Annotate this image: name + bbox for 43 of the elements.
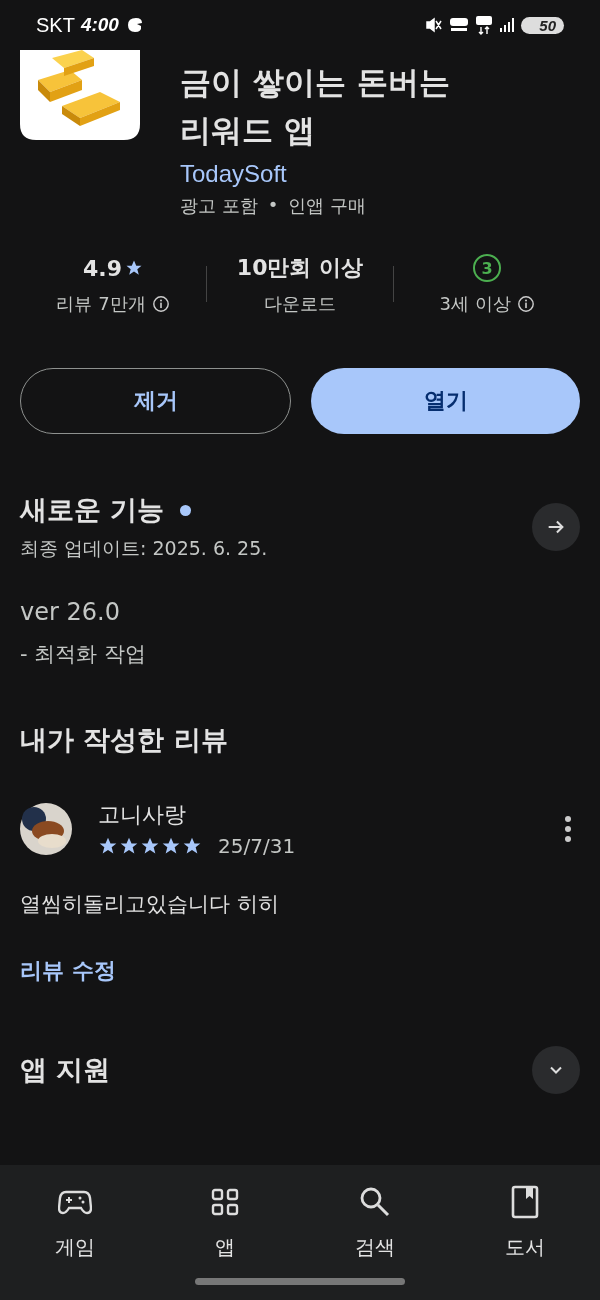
more-options-icon[interactable] <box>564 815 572 843</box>
stat-label: 다운로드 <box>264 292 336 316</box>
app-title: 금이 쌓이는 돈버는 리워드 앱 <box>180 63 450 150</box>
network-icon <box>475 15 494 35</box>
nav-tab[interactable]: 도서 <box>450 1183 600 1262</box>
review-text: 열씸히돌리고있습니다 히히 <box>20 891 280 918</box>
stat-label: 3세 이상 <box>439 292 511 316</box>
app-tag: 인앱 구매 <box>288 194 367 218</box>
nav-tab[interactable]: 게임 <box>0 1183 150 1262</box>
download-count: 10만회 이상 <box>236 254 364 282</box>
battery-indicator: 50 <box>521 16 564 34</box>
nav-tab[interactable]: 검색 <box>300 1183 450 1262</box>
developer-link[interactable]: TodaySoft <box>180 160 450 188</box>
update-date: 최종 업데이트: 2025. 6. 25. <box>20 536 268 561</box>
gamepad-icon <box>58 1189 92 1215</box>
signal-icon <box>499 17 516 33</box>
star-icon <box>125 259 143 277</box>
info-icon[interactable] <box>151 295 170 313</box>
stat-label: 리뷰 7만개 <box>56 292 146 316</box>
release-notes: - 최적화 작업 <box>20 641 147 668</box>
nav-tab[interactable]: 앱 <box>150 1183 300 1262</box>
book-icon <box>511 1185 539 1219</box>
version-text: ver 26.0 <box>20 598 121 626</box>
section-title: 새로운 기능 <box>20 493 165 527</box>
app-tag: 광고 포함 <box>180 194 258 218</box>
section-title: 내가 작성한 리뷰 <box>20 723 229 757</box>
info-icon[interactable] <box>516 295 535 313</box>
reviewer-name: 고니사랑 <box>98 801 187 829</box>
open-button[interactable]: 열기 <box>311 368 580 434</box>
clock: 4:00 <box>80 14 119 36</box>
review-date: 25/7/31 <box>218 834 296 858</box>
app-icon <box>20 50 140 140</box>
edit-review-link[interactable]: 리뷰 수정 <box>20 956 116 986</box>
grid-icon <box>211 1188 239 1216</box>
rating-value: 4.9 <box>83 255 122 281</box>
separator-dot: • <box>267 194 279 217</box>
carrier-name: SKT <box>36 13 75 37</box>
mute-icon <box>425 17 444 33</box>
section-title: 앱 지원 <box>20 1053 111 1087</box>
search-icon <box>359 1186 391 1218</box>
age-rating-badge: 3 <box>473 254 501 282</box>
avatar <box>20 803 72 855</box>
arrow-button[interactable] <box>532 503 580 551</box>
